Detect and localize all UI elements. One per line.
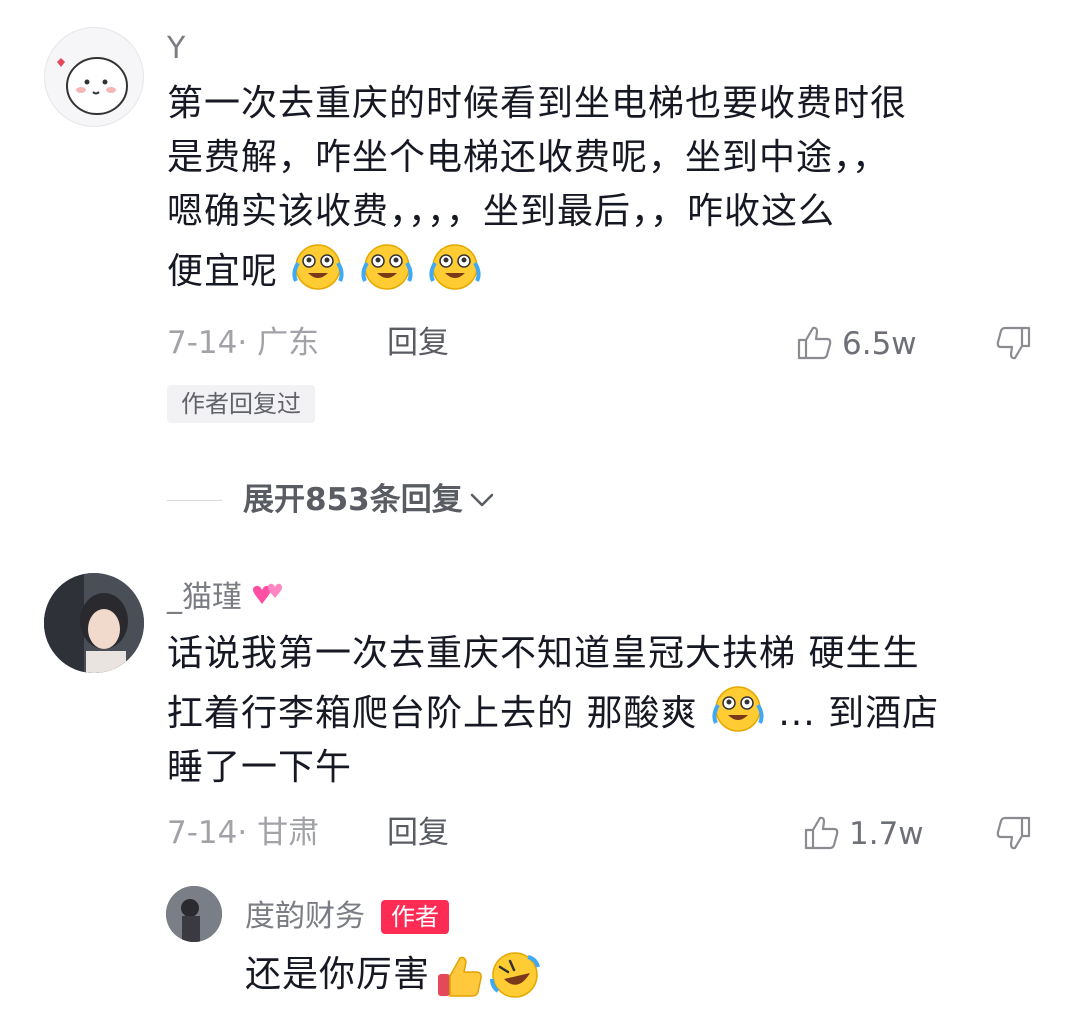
comment-meta: 7-14· 甘肃 [167, 815, 320, 851]
comment-text: 第一次去重庆的时候看到坐电梯也要收费时很 是费解，咋坐个电梯还收费呢，坐到中途，… [167, 77, 907, 299]
like-count: 1.7w [849, 816, 924, 852]
cry-laugh-emoji [359, 239, 415, 291]
thumbs-down-outline-icon [996, 326, 1031, 360]
reply-text: 还是你厉害 [245, 954, 431, 995]
rolling-laugh-emoji [488, 949, 542, 1001]
avatar-user-y[interactable] [44, 27, 144, 127]
reply-button[interactable]: 回复 [387, 325, 449, 361]
author-avatar-icon [166, 886, 222, 942]
comment-text-line: 第一次去重庆的时候看到坐电梯也要收费时很 [167, 83, 908, 124]
cry-laugh-emoji [427, 239, 483, 291]
expand-replies-label: 展开853条回复 [243, 482, 463, 518]
like-button[interactable] [802, 812, 842, 852]
reply-text-row: 还是你厉害 [245, 948, 542, 1002]
comment-username[interactable]: _猫瑾 [167, 581, 242, 615]
cry-laugh-emoji [290, 239, 346, 291]
reply-username[interactable]: 度韵财务 [245, 900, 365, 934]
chevron-down-icon [470, 493, 493, 507]
dislike-button[interactable] [993, 324, 1033, 364]
thumbs-down-outline-icon [996, 816, 1031, 850]
reply-button[interactable]: 回复 [387, 815, 449, 851]
portrait-avatar-icon [44, 573, 144, 673]
like-button[interactable] [795, 322, 835, 362]
cry-laugh-emoji [710, 681, 766, 733]
comment-text-line: 扛着行李箱爬台阶上去的 那酸爽 ... 到酒店 [167, 681, 939, 741]
author-replied-badge: 作者回复过 [167, 385, 315, 423]
reply-username-row: 度韵财务 作者 [245, 900, 449, 934]
cartoon-avatar-icon [57, 57, 128, 115]
comment-text-line: 便宜呢 [167, 239, 907, 299]
thumbs-up-outline-icon [804, 816, 839, 850]
comment-meta: 7-14· 广东 [167, 325, 320, 361]
comment-text-line: 是费解，咋坐个电梯还收费呢，坐到中途，， [167, 137, 890, 178]
comment-username[interactable]: Y [167, 32, 185, 66]
like-count: 6.5w [842, 326, 917, 362]
divider [167, 500, 222, 501]
avatar-user-maojin[interactable] [44, 573, 144, 673]
author-tag: 作者 [381, 900, 449, 934]
two-hearts-emoji [246, 580, 286, 616]
expand-replies-button[interactable]: 展开853条回复 [243, 482, 497, 518]
thumbs-up-emoji [434, 950, 486, 1000]
dislike-button[interactable] [993, 814, 1033, 854]
comment-text-line: 嗯确实该收费，，，，坐到最后，，咋收这么 [167, 191, 836, 232]
comment-text-line: 话说我第一次去重庆不知道皇冠大扶梯 硬生生 [167, 633, 920, 674]
comment-text: 话说我第一次去重庆不知道皇冠大扶梯 硬生生 扛着行李箱爬台阶上去的 那酸爽 ..… [167, 627, 939, 795]
avatar-author[interactable] [166, 886, 222, 942]
comment-text-line: 睡了一下午 [167, 747, 353, 788]
comment-username-row: _猫瑾 [167, 580, 286, 616]
thumbs-up-outline-icon [797, 326, 832, 360]
